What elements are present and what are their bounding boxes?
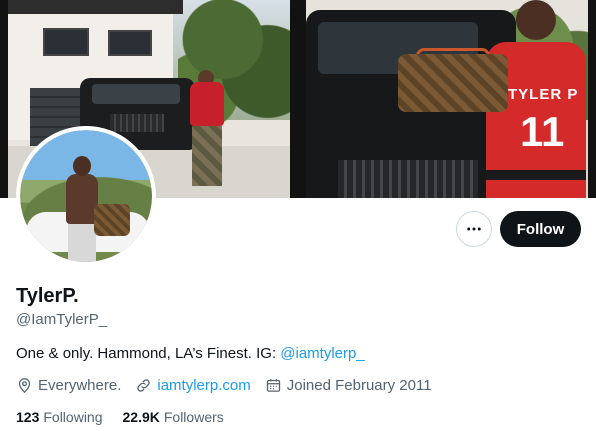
website-item[interactable]: iamtylerp.com [135, 377, 251, 394]
person-pants [192, 126, 222, 186]
jersey-name: TYLER P [508, 86, 579, 103]
suv-grille [338, 160, 478, 198]
display-name: TylerP. [16, 285, 79, 307]
bio-mention-link[interactable]: @iamtylerp_ [280, 345, 364, 362]
avatar-bag [94, 204, 130, 236]
banner-person-left [186, 70, 228, 190]
house-window [43, 28, 89, 56]
followers-label: Followers [163, 409, 224, 425]
profile-meta: Everywhere. iamtylerp.com Joined Februar… [16, 375, 446, 395]
banner-photo-right: TYLER P 11 [306, 0, 588, 198]
location-text: Everywhere. [38, 376, 122, 394]
banner-film-edge [0, 0, 8, 198]
house-window [108, 30, 152, 56]
following-link[interactable]: 123 Following [16, 409, 103, 425]
bio-text: One & only. Hammond, LA’s Finest. IG: [16, 345, 281, 362]
suv-windshield [92, 84, 180, 104]
follow-stats: 123 Following 22.9K Followers [16, 409, 244, 425]
avatar-pants [68, 222, 96, 262]
avatar-head [73, 156, 91, 176]
location-item: Everywhere. [16, 377, 121, 394]
user-handle: @IamTylerP_ [16, 311, 108, 328]
followers-link[interactable]: 22.9K Followers [123, 409, 224, 425]
follow-button[interactable]: Follow [500, 211, 581, 247]
banner-bag [398, 54, 508, 112]
website-link[interactable]: iamtylerp.com [157, 377, 250, 394]
banner-film-edge [588, 0, 596, 198]
avatar-photo [20, 130, 152, 262]
followers-count: 22.9K [122, 409, 160, 425]
jersey-stripe [486, 170, 586, 180]
location-pin-icon [18, 377, 31, 393]
link-icon [137, 378, 151, 392]
profile-bio: One & only. Hammond, LA’s Finest. IG: @i… [16, 345, 365, 362]
more-horizontal-icon [467, 227, 481, 231]
following-label: Following [43, 409, 103, 425]
more-options-button[interactable] [456, 211, 492, 247]
calendar-icon [266, 378, 280, 392]
banner-film-divider [290, 0, 306, 198]
profile-avatar[interactable] [16, 126, 156, 266]
suv-grille [110, 114, 164, 132]
house-roof [8, 0, 183, 14]
jersey-number: 11 [520, 108, 565, 155]
joined-text: Joined February 2011 [286, 376, 432, 394]
person-head [516, 0, 556, 40]
joined-item: Joined February 2011 [265, 377, 432, 394]
following-count: 123 [16, 409, 40, 425]
person-jersey [190, 82, 224, 126]
